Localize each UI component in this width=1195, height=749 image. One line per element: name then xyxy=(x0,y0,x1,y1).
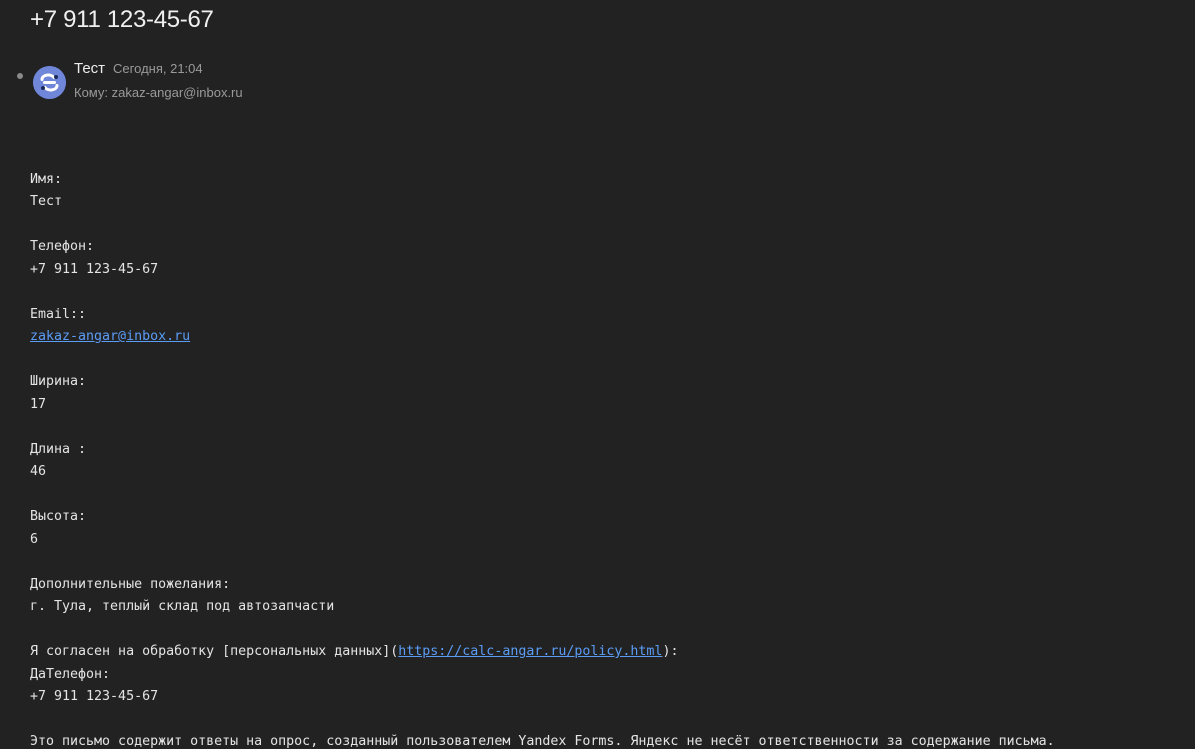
message-body: Имя: Тест Телефон: +7 911 123-45-67 Email:: z… xyxy=(30,146,1055,749)
consent-phone-label: ДаТелефон: xyxy=(30,666,111,682)
message-time: Сегодня, 21:04 xyxy=(113,61,203,76)
consent-suffix: ): xyxy=(662,644,679,659)
name-value: Тест xyxy=(30,194,63,209)
recipient-address[interactable]: zakaz-angar@inbox.ru xyxy=(112,85,243,100)
height-label: Высота: xyxy=(30,509,87,524)
message-subject: +7 911 123-45-67 xyxy=(30,6,214,33)
email-view: { "message": { "subject": "+7 911 123-45… xyxy=(0,0,1195,749)
recipient-label: Кому: xyxy=(74,85,108,100)
width-label: Ширина: xyxy=(30,374,87,389)
consent-line: Я согласен на обработку [персональных да… xyxy=(30,641,1055,664)
email-label: Email:: xyxy=(30,306,87,322)
wishes-label: Дополнительные пожелания: xyxy=(30,576,231,592)
sender-name[interactable]: Тест xyxy=(74,60,105,77)
sender-avatar-icon[interactable] xyxy=(33,66,66,99)
phone-value: +7 911 123-45-67 xyxy=(30,261,159,277)
email-link[interactable]: zakaz-angar@inbox.ru xyxy=(30,329,190,344)
wishes-value: г. Тула, теплый склад под автозапчасти xyxy=(30,599,335,614)
policy-link[interactable]: https://calc-angar.ru/policy.html xyxy=(398,644,662,659)
consent-prefix: Я согласен на обработку [персональных да… xyxy=(30,644,399,659)
sender-line: Тест Сегодня, 21:04 xyxy=(74,60,203,78)
width-value: 17 xyxy=(30,396,47,412)
phone-label: Телефон: xyxy=(30,239,95,254)
length-label: Длина : xyxy=(30,441,87,457)
unread-dot-icon[interactable] xyxy=(17,73,23,79)
name-label: Имя: xyxy=(30,171,63,187)
length-value: 46 xyxy=(30,464,47,479)
height-value: 6 xyxy=(30,531,39,547)
footer-note: Это письмо содержит ответы на опрос, соз… xyxy=(30,734,1055,749)
recipient-line: Кому: zakaz-angar@inbox.ru xyxy=(74,85,243,100)
consent-phone-value: +7 911 123-45-67 xyxy=(30,689,159,704)
